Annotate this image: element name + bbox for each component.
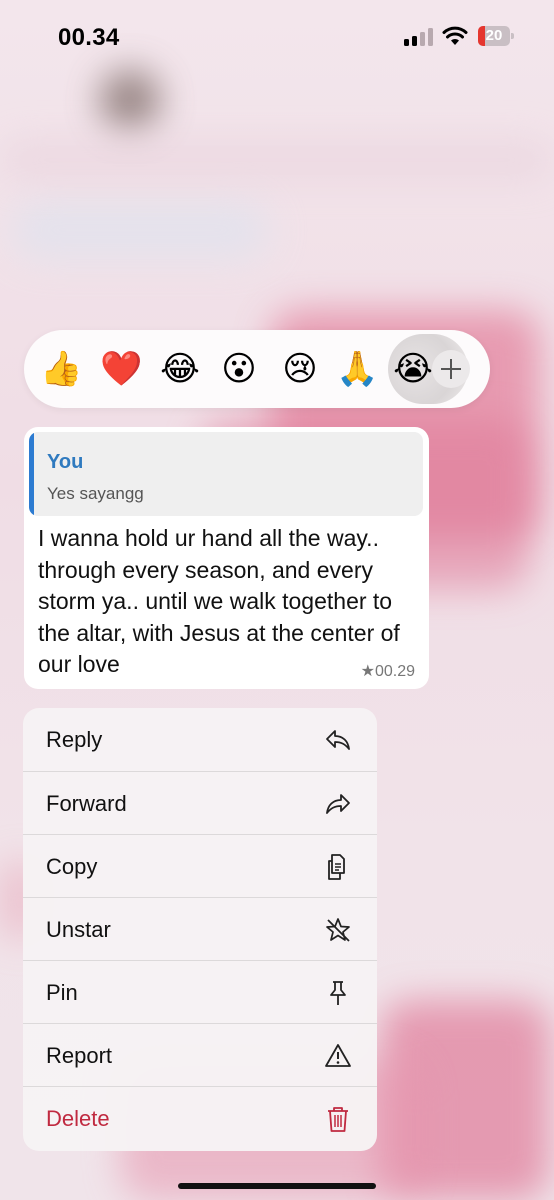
menu-item-forward[interactable]: Forward — [23, 771, 377, 835]
menu-item-reply[interactable]: Reply — [23, 708, 377, 771]
cellular-signal-icon — [404, 28, 434, 46]
reply-icon — [326, 730, 350, 750]
reaction-sad[interactable]: 😢 — [279, 348, 321, 390]
menu-item-report[interactable]: Report — [23, 1023, 377, 1087]
menu-item-unstar[interactable]: Unstar — [23, 897, 377, 961]
battery-icon: 20 — [478, 26, 514, 46]
reaction-praying-hands[interactable]: 🙏 — [336, 348, 378, 390]
menu-item-copy[interactable]: Copy — [23, 834, 377, 898]
battery-level: 20 — [485, 27, 503, 44]
unstar-icon — [326, 918, 350, 942]
reaction-laughing[interactable]: 😂 — [159, 348, 201, 390]
message-context-menu: Reply Forward Copy Unstar Pin Report Del… — [23, 708, 377, 1151]
report-icon — [325, 1044, 351, 1067]
copy-icon — [328, 854, 345, 880]
selected-message-bubble: You Yes sayangg I wanna hold ur hand all… — [24, 427, 429, 689]
add-reaction-plus-icon[interactable] — [432, 350, 470, 388]
reaction-heart[interactable]: ❤️ — [100, 348, 142, 390]
wifi-icon — [442, 26, 468, 45]
starred-star-icon: ★ — [360, 663, 375, 680]
quote-text: Yes sayangg — [47, 484, 144, 503]
reaction-thumbs-up[interactable]: 👍 — [40, 348, 82, 390]
menu-item-pin[interactable]: Pin — [23, 960, 377, 1024]
quoted-reply[interactable]: You Yes sayangg — [29, 432, 423, 516]
message-text: I wanna hold ur hand all the way.. throu… — [38, 525, 400, 677]
status-bar: 00.34 20 — [0, 0, 554, 70]
menu-item-delete[interactable]: Delete — [23, 1086, 377, 1150]
message-meta: ★00.29 — [361, 661, 415, 681]
home-indicator[interactable] — [178, 1183, 376, 1189]
message-time: 00.29 — [374, 663, 415, 680]
quote-author: You — [47, 451, 84, 473]
trash-icon — [328, 1107, 348, 1132]
forward-icon — [326, 794, 350, 814]
reaction-picker: 👍 ❤️ 😂 😮 😢 🙏 😭 — [24, 330, 490, 408]
status-time: 00.34 — [58, 24, 120, 51]
reaction-surprised[interactable]: 😮 — [218, 348, 260, 390]
pin-icon — [330, 981, 346, 1005]
